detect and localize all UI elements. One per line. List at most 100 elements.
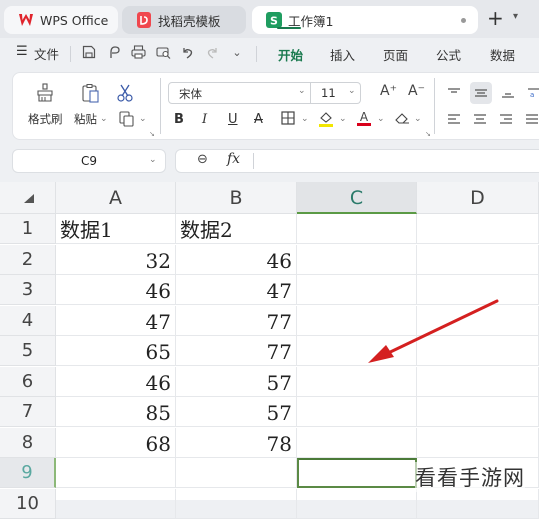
font-dialog-launcher-icon[interactable]: ↘ [425,130,431,138]
format-painter-button[interactable]: 格式刷 [28,111,63,127]
clear-format-dropdown-icon[interactable]: ⌄ [414,114,422,124]
print-icon[interactable] [129,43,147,61]
paste-dropdown-icon[interactable]: ⌄ [100,114,108,124]
wrap-text-icon[interactable]: a [524,84,539,102]
tab-docer-templates[interactable]: 找稻壳模板 [122,6,246,34]
cell-b3[interactable]: 47 [176,275,297,305]
print-preview-icon[interactable] [154,43,172,61]
cell-b1[interactable]: 数据2 [176,214,297,244]
borders-dropdown-icon[interactable]: ⌄ [301,114,309,124]
cell-b8[interactable]: 78 [176,428,297,458]
cell-b5[interactable]: 77 [176,336,297,366]
cell-a4[interactable]: 47 [56,306,176,336]
align-left-icon[interactable] [444,110,464,128]
cell-a3[interactable]: 46 [56,275,176,305]
tab-list-chevron-icon[interactable]: ▾ [513,11,518,22]
cell-c10[interactable] [297,489,417,519]
cell-c7[interactable] [297,397,417,427]
name-box-chevron-icon[interactable]: ⌄ [149,155,157,165]
font-size-chevron-icon[interactable]: ⌄ [348,86,356,96]
ribbon-tab-page[interactable]: 页面 [383,45,408,64]
column-header-b[interactable]: B [176,182,297,214]
copy-dropdown-icon[interactable]: ⌄ [139,114,147,124]
cell-c1[interactable] [297,214,417,244]
zoom-formula-icon[interactable]: ⊖ [197,152,208,167]
save-icon[interactable] [80,43,98,61]
ribbon-tab-home[interactable]: 开始 [278,45,303,64]
cell-c9[interactable] [297,458,417,488]
cell-c6[interactable] [297,367,417,397]
font-name-chevron-icon[interactable]: ⌄ [298,86,306,96]
cell-c2[interactable] [297,245,417,275]
fill-color-icon[interactable] [317,109,335,129]
justify-icon[interactable] [522,110,539,128]
cell-a2[interactable]: 32 [56,245,176,275]
cell-d6[interactable] [417,367,539,397]
share-icon[interactable] [105,43,123,61]
underline-button[interactable]: U [228,110,238,128]
column-header-c[interactable]: C [297,182,417,214]
cell-d1[interactable] [417,214,539,244]
clear-format-icon[interactable] [393,110,411,126]
row-header-9[interactable]: 9 [0,458,56,488]
align-center-icon[interactable] [470,110,490,128]
cut-icon[interactable] [114,82,136,104]
hamburger-icon[interactable]: ☰ [16,44,28,59]
grow-font-button[interactable]: A⁺ [380,83,397,99]
more-chevron-icon[interactable]: ⌄ [228,43,246,61]
redo-icon[interactable] [203,43,221,61]
align-right-icon[interactable] [496,110,516,128]
row-header-2[interactable]: 2 [0,245,56,275]
cell-a9[interactable] [56,458,176,488]
undo-icon[interactable] [178,43,196,61]
cell-a8[interactable]: 68 [56,428,176,458]
row-header-7[interactable]: 7 [0,397,56,427]
copy-icon[interactable] [117,110,137,128]
formula-input[interactable] [262,153,532,171]
cell-a6[interactable]: 46 [56,367,176,397]
cell-d7[interactable] [417,397,539,427]
column-header-d[interactable]: D [417,182,539,214]
italic-button[interactable]: I [202,110,207,128]
insert-function-button[interactable]: fx [227,151,240,167]
row-header-1[interactable]: 1 [0,214,56,244]
cell-b9[interactable] [176,458,297,488]
cell-a1[interactable]: 数据1 [56,214,176,244]
cell-b6[interactable]: 57 [176,367,297,397]
bold-button[interactable]: B [174,110,184,128]
cell-d8[interactable] [417,428,539,458]
cell-a10[interactable] [56,489,176,519]
row-header-8[interactable]: 8 [0,428,56,458]
select-all-corner[interactable] [0,182,56,214]
new-tab-button[interactable]: + [487,8,504,28]
paste-button[interactable]: 粘贴 [74,111,97,127]
strikethrough-button[interactable]: A [254,110,263,128]
name-box[interactable]: C9 [12,149,166,173]
row-header-6[interactable]: 6 [0,367,56,397]
cell-d2[interactable] [417,245,539,275]
font-color-icon[interactable]: A [355,108,373,128]
row-header-3[interactable]: 3 [0,275,56,305]
column-header-a[interactable]: A [56,182,176,214]
format-painter-icon[interactable] [34,82,56,104]
ribbon-tab-formula[interactable]: 公式 [436,45,461,64]
align-bottom-icon[interactable] [498,84,518,102]
row-header-10[interactable]: 10 [0,489,56,519]
cell-d10[interactable] [417,489,539,519]
ribbon-tab-insert[interactable]: 插入 [330,45,355,64]
cell-b4[interactable]: 77 [176,306,297,336]
shrink-font-button[interactable]: A⁻ [408,83,425,99]
borders-icon[interactable] [280,110,296,126]
align-top-icon[interactable] [444,84,464,102]
cell-b10[interactable] [176,489,297,519]
ribbon-tab-data[interactable]: 数据 [490,45,515,64]
font-color-dropdown-icon[interactable]: ⌄ [377,114,385,124]
tab-wps-office[interactable]: WPS Office [4,6,118,34]
tab-workbook1[interactable]: S 工作簿1 [252,6,478,34]
file-menu[interactable]: 文件 [34,44,59,63]
paste-icon[interactable] [80,82,102,104]
row-header-5[interactable]: 5 [0,336,56,366]
font-name-select[interactable]: 宋体 [168,82,311,104]
cell-c8[interactable] [297,428,417,458]
align-middle-icon[interactable] [470,82,492,104]
